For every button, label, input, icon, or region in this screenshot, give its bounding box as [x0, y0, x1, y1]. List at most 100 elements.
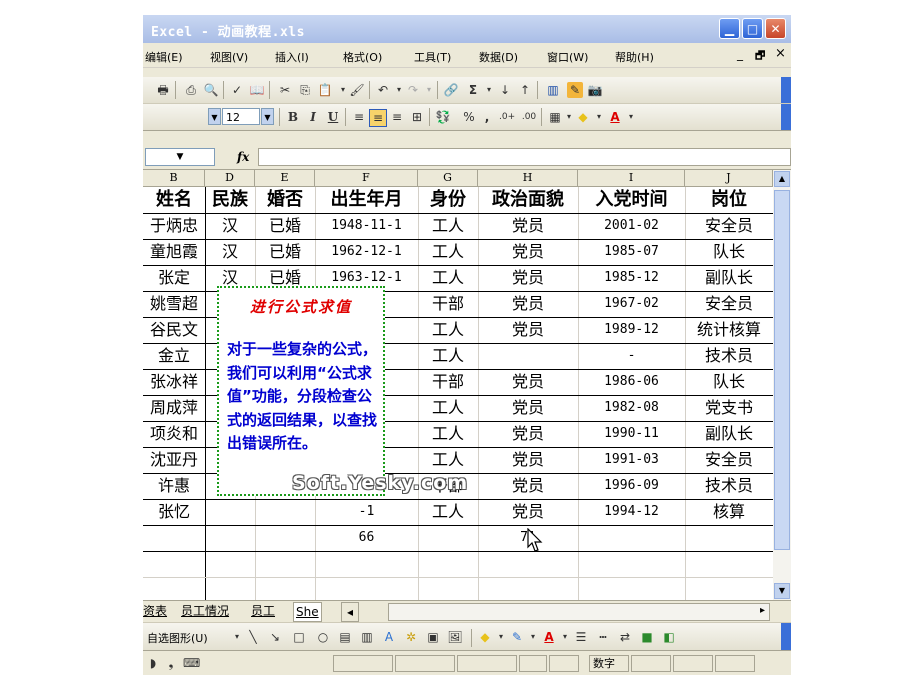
scroll-up-button[interactable]: ▲ — [774, 171, 790, 187]
table-cell[interactable]: 张定 — [144, 265, 204, 291]
table-cell[interactable]: 1994-12 — [579, 499, 684, 525]
col-header-h[interactable]: H — [478, 170, 578, 187]
decrease-decimal-icon[interactable]: .00 — [521, 109, 537, 125]
table-cell[interactable]: 核算 — [686, 499, 772, 525]
bold-button[interactable]: B — [285, 109, 301, 125]
name-box-dropdown[interactable]: ▼ — [145, 148, 215, 166]
table-cell[interactable]: 技术员 — [686, 473, 772, 499]
scroll-thumb[interactable] — [774, 190, 790, 550]
scroll-right-button[interactable]: ▸ — [760, 602, 765, 620]
doc-close-button[interactable]: × — [775, 46, 786, 61]
menu-edit[interactable]: 编辑(E) — [145, 49, 183, 65]
table-cell[interactable] — [206, 499, 254, 525]
align-center-icon[interactable]: ≡ — [369, 109, 387, 127]
table-cell[interactable]: 汉 — [206, 239, 254, 265]
table-cell[interactable]: 项炎和 — [144, 421, 204, 447]
menu-view[interactable]: 视图(V) — [210, 49, 248, 65]
total-cell-f[interactable]: 66 — [316, 525, 417, 551]
align-left-icon[interactable]: ≡ — [351, 109, 367, 125]
arrow-icon[interactable]: ↘ — [267, 629, 283, 645]
header-cell[interactable]: 政治面貌 — [479, 187, 577, 213]
table-cell[interactable]: 党员 — [479, 395, 577, 421]
chart-wizard-icon[interactable]: ▥ — [545, 82, 561, 98]
comma-button[interactable]: , — [479, 109, 495, 125]
table-cell[interactable]: 工人 — [419, 421, 477, 447]
menu-help[interactable]: 帮助(H) — [615, 49, 654, 65]
rectangle-icon[interactable]: □ — [291, 629, 307, 645]
table-cell[interactable]: 干部 — [419, 291, 477, 317]
table-cell[interactable]: 工人 — [419, 213, 477, 239]
menu-insert[interactable]: 插入(I) — [275, 49, 309, 65]
table-cell[interactable]: 工人 — [419, 265, 477, 291]
table-cell[interactable]: 工人 — [419, 343, 477, 369]
table-cell[interactable]: 1948-11-1 — [316, 213, 417, 239]
table-cell[interactable]: 2001-02 — [579, 213, 684, 239]
font-color-dropdown-icon[interactable]: ▾ — [623, 109, 639, 125]
table-cell[interactable]: -1 — [316, 499, 417, 525]
header-cell[interactable]: 民族 — [206, 187, 254, 213]
table-cell[interactable] — [479, 343, 577, 369]
align-right-icon[interactable]: ≡ — [389, 109, 405, 125]
table-cell[interactable]: 沈亚丹 — [144, 447, 204, 473]
draw-toolbar-grip[interactable] — [781, 623, 791, 651]
table-cell[interactable]: 1962-12-1 — [316, 239, 417, 265]
sheet-tab-4[interactable]: She — [293, 602, 322, 622]
wordart-icon[interactable]: A — [381, 629, 397, 645]
table-cell[interactable]: 1967-02 — [579, 291, 684, 317]
hyperlink-icon[interactable]: 🔗 — [443, 82, 459, 98]
font-color-icon[interactable]: A — [607, 109, 623, 125]
print-icon[interactable]: 🖶 — [155, 82, 171, 98]
arrow-style-icon[interactable]: ⇄ — [617, 629, 633, 645]
table-cell[interactable]: 党员 — [479, 369, 577, 395]
format-painter-icon[interactable]: 🖌 — [349, 82, 365, 98]
print-preview-icon[interactable]: 🔍 — [203, 82, 219, 98]
table-cell[interactable]: 于炳忠 — [144, 213, 204, 239]
minimize-button[interactable]: ▁ — [719, 18, 740, 39]
fill-color-draw-dropdown-icon[interactable]: ▾ — [493, 629, 509, 645]
col-header-e[interactable]: E — [255, 170, 315, 187]
table-cell[interactable]: 党员 — [479, 499, 577, 525]
insert-function-button[interactable]: fx — [237, 150, 249, 164]
maximize-button[interactable]: □ — [742, 18, 763, 39]
table-cell[interactable]: 童旭霞 — [144, 239, 204, 265]
table-cell[interactable]: 安全员 — [686, 447, 772, 473]
line-color-icon[interactable]: ✎ — [509, 629, 525, 645]
line-style-icon[interactable]: ☰ — [573, 629, 589, 645]
toolbar-grip[interactable] — [781, 77, 791, 103]
percent-button[interactable]: % — [461, 109, 477, 125]
col-header-d[interactable]: D — [205, 170, 255, 187]
sheet-tab-2[interactable]: 员工情况 — [181, 602, 229, 620]
table-cell[interactable]: 工人 — [419, 499, 477, 525]
autosum-dropdown-icon[interactable]: ▾ — [481, 82, 497, 98]
dash-style-icon[interactable]: ┅ — [595, 629, 611, 645]
doc-restore-button[interactable]: 🗗 — [755, 47, 765, 66]
table-cell[interactable]: 安全员 — [686, 291, 772, 317]
table-cell[interactable]: 已婚 — [256, 213, 314, 239]
fill-color-dropdown-icon[interactable]: ▾ — [591, 109, 607, 125]
table-cell[interactable]: 1989-12 — [579, 317, 684, 343]
font-color-draw-icon[interactable]: A — [541, 629, 557, 645]
col-header-b[interactable]: B — [143, 170, 205, 187]
table-cell[interactable]: 党员 — [479, 291, 577, 317]
horizontal-scrollbar[interactable] — [388, 603, 770, 621]
vertical-textbox-icon[interactable]: ▥ — [359, 629, 375, 645]
font-size-dropdown[interactable]: ▼ — [261, 108, 274, 125]
undo-icon[interactable]: ↶ — [375, 82, 391, 98]
header-cell[interactable]: 出生年月 — [316, 187, 417, 213]
table-cell[interactable]: 党员 — [479, 473, 577, 499]
col-header-j[interactable]: J — [685, 170, 773, 187]
table-cell[interactable]: 技术员 — [686, 343, 772, 369]
table-cell[interactable]: 工人 — [419, 239, 477, 265]
table-cell[interactable]: 1985-07 — [579, 239, 684, 265]
table-cell[interactable]: 张冰祥 — [144, 369, 204, 395]
table-cell[interactable]: 工人 — [419, 447, 477, 473]
merge-center-icon[interactable]: ⊞ — [409, 109, 425, 125]
table-cell[interactable]: 副队长 — [686, 421, 772, 447]
table-cell[interactable]: 党支书 — [686, 395, 772, 421]
col-header-i[interactable]: I — [578, 170, 685, 187]
research-icon[interactable]: 📖 — [249, 82, 265, 98]
table-cell[interactable]: 队长 — [686, 239, 772, 265]
paste-icon[interactable]: 📋 — [317, 82, 333, 98]
col-header-f[interactable]: F — [315, 170, 418, 187]
table-cell[interactable]: 副队长 — [686, 265, 772, 291]
